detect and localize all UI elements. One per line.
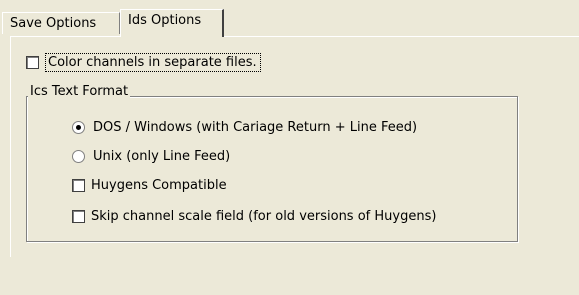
radio-button-selected[interactable] [72, 121, 85, 134]
radio-unix[interactable]: Unix (only Line Feed) [72, 149, 230, 164]
huygens-compatible-label: Huygens Compatible [91, 178, 227, 193]
checkbox-box[interactable] [26, 56, 39, 69]
tab-save-options[interactable]: Save Options [2, 12, 120, 34]
radio-unix-label: Unix (only Line Feed) [93, 149, 231, 164]
color-channels-label: Color channels in separate files. [45, 53, 261, 72]
checkbox-box[interactable] [72, 210, 85, 223]
skip-channel-scale-label: Skip channel scale field (for old versio… [91, 209, 437, 224]
tab-strip: Save Options Ids Options [0, 0, 579, 38]
tab-ids-options[interactable]: Ids Options [120, 9, 224, 37]
huygens-compatible-checkbox[interactable]: Huygens Compatible [72, 178, 227, 193]
radio-dos-windows-label: DOS / Windows (with Cariage Return + Lin… [93, 120, 418, 135]
color-channels-checkbox[interactable]: Color channels in separate files. [26, 53, 261, 72]
skip-channel-scale-checkbox[interactable]: Skip channel scale field (for old versio… [72, 209, 436, 224]
radio-button[interactable] [72, 150, 85, 163]
radio-dos-windows[interactable]: DOS / Windows (with Cariage Return + Lin… [72, 120, 417, 135]
checkbox-box[interactable] [72, 179, 85, 192]
ics-text-format-legend: Ics Text Format [28, 84, 131, 99]
